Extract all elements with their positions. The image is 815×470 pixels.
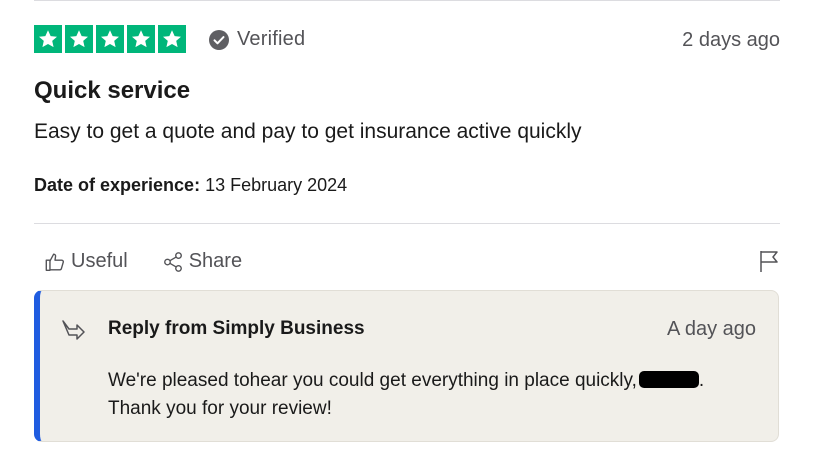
star-icon xyxy=(158,25,186,53)
review-date: 2 days ago xyxy=(682,29,780,51)
share-label: Share xyxy=(188,250,243,272)
redaction-bar xyxy=(638,371,699,388)
reply-arrow-icon xyxy=(62,320,85,340)
useful-button[interactable]: Useful xyxy=(44,250,128,273)
reply-text-line1: We're pleased tohear you could get every… xyxy=(108,370,637,391)
star-icon xyxy=(34,25,62,53)
useful-label: Useful xyxy=(71,250,128,272)
review-actions: Useful Share xyxy=(44,250,242,273)
verified-label: Verified xyxy=(237,28,306,50)
section-divider xyxy=(34,223,780,224)
star-rating xyxy=(34,25,186,53)
experience-label: Date of experience: xyxy=(34,175,201,195)
thumbs-up-icon xyxy=(45,253,64,271)
share-button[interactable]: Share xyxy=(162,250,242,273)
flag-icon[interactable] xyxy=(758,249,780,273)
star-icon xyxy=(65,25,93,53)
check-circle-icon xyxy=(209,29,229,50)
verified-badge: Verified xyxy=(209,28,305,51)
experience-date: 13 February 2024 xyxy=(205,175,348,195)
star-icon xyxy=(127,25,155,53)
top-divider xyxy=(34,0,780,1)
reply-text-line2: Thank you for your review! xyxy=(108,398,332,419)
reply-text: We're pleased tohear you could get every… xyxy=(108,367,748,423)
review-title: Quick service xyxy=(34,77,191,104)
reply-text-line1-end: . xyxy=(698,370,705,391)
review-body: Easy to get a quote and pay to get insur… xyxy=(34,120,582,143)
share-icon xyxy=(163,251,182,272)
reply-from: Reply from Simply Business xyxy=(108,318,365,339)
star-icon xyxy=(96,25,124,53)
date-of-experience: Date of experience: 13 February 2024 xyxy=(34,175,347,196)
reply-date: A day ago xyxy=(667,318,756,340)
company-reply: Reply from Simply Business A day ago We'… xyxy=(34,290,779,442)
